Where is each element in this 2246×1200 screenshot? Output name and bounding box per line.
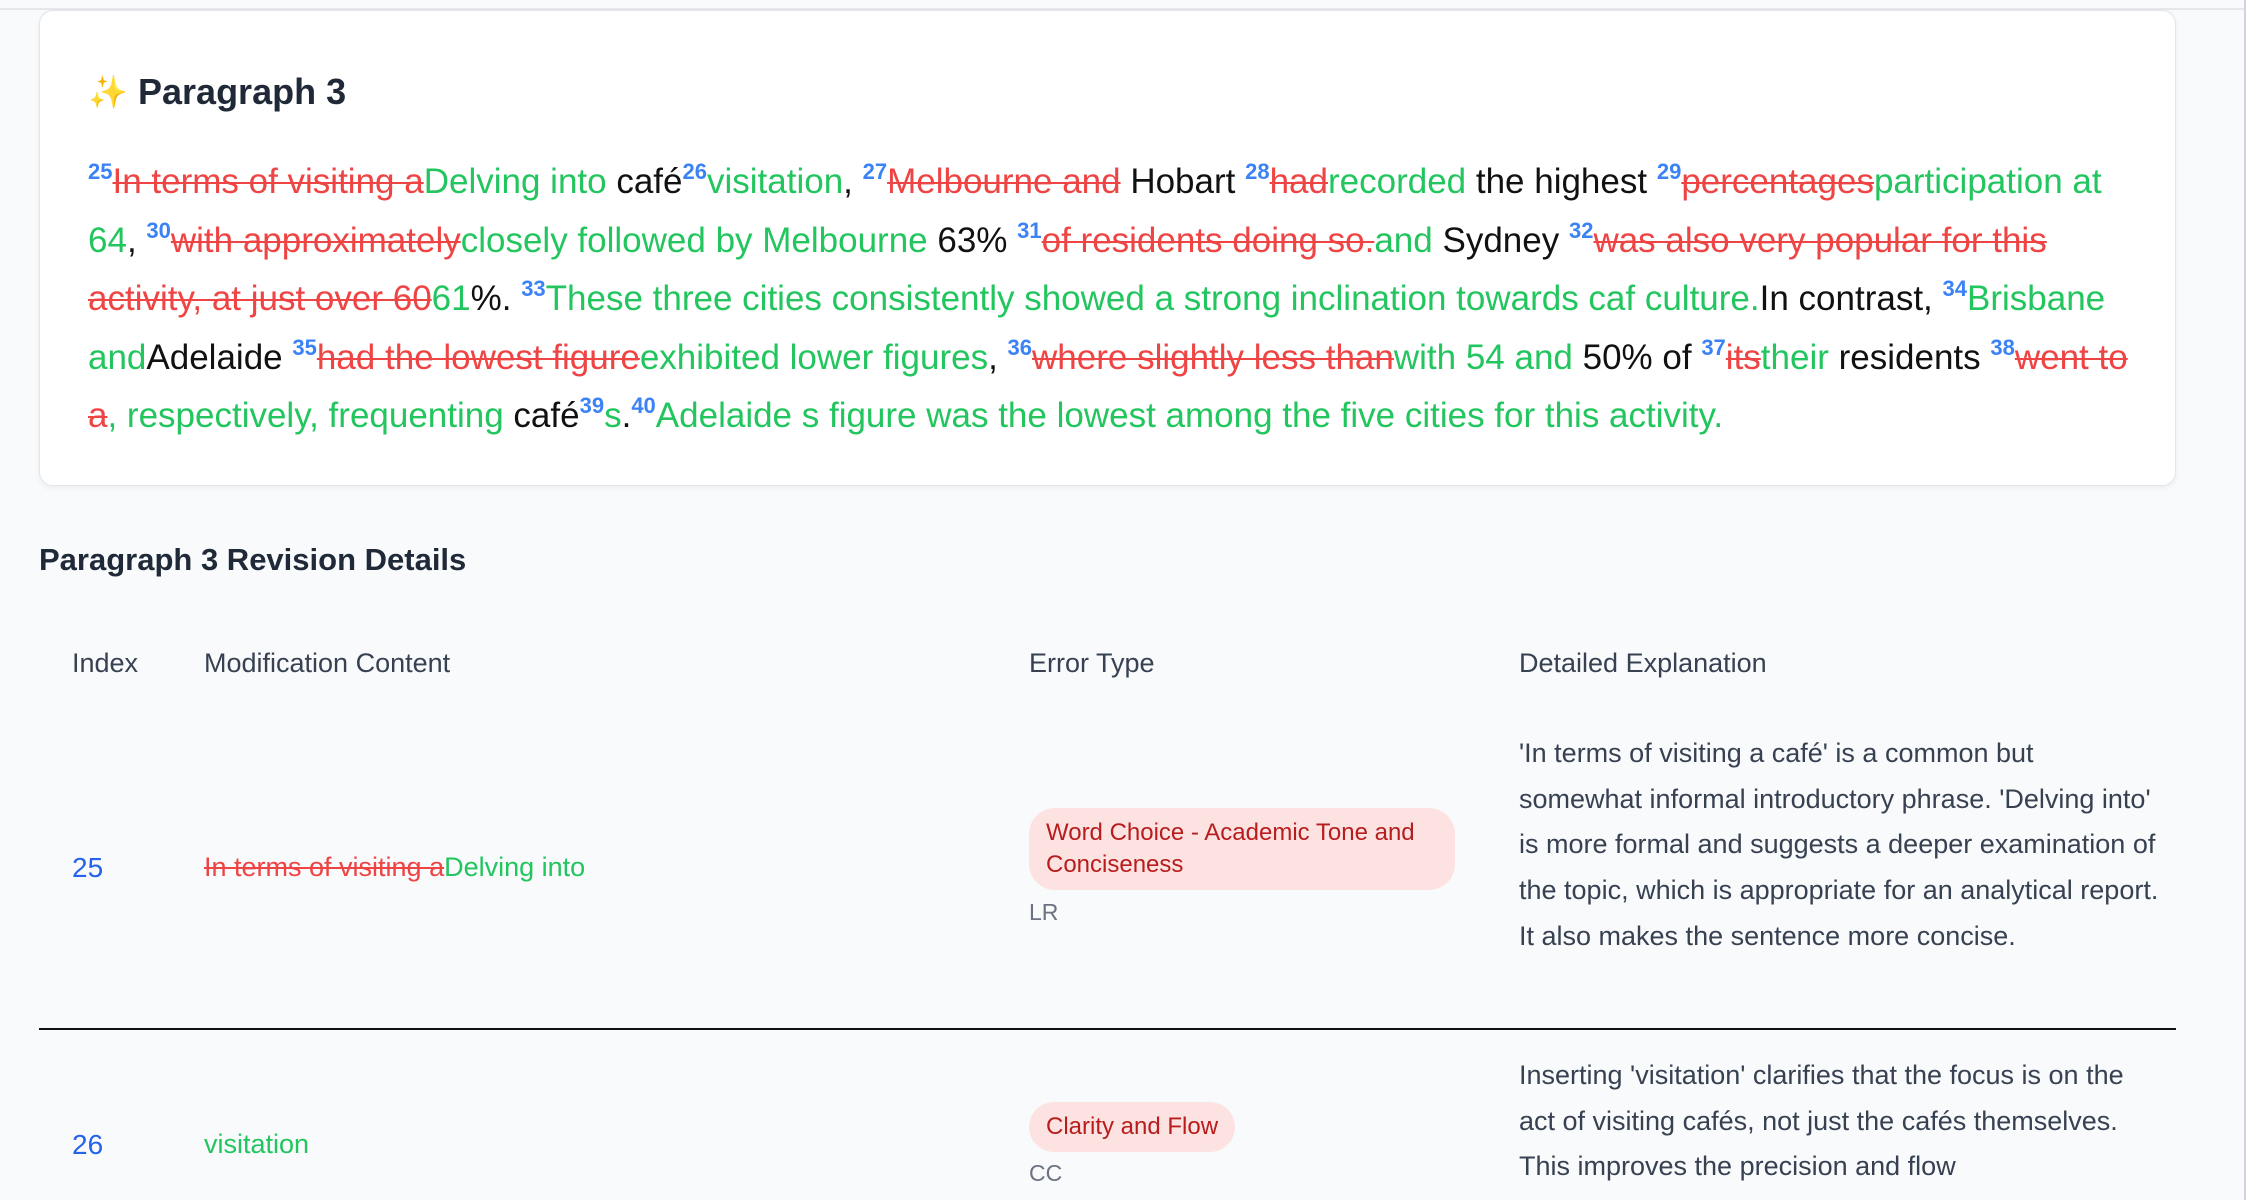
- deleted-text: In terms of visiting a: [112, 162, 424, 201]
- inserted-text: Delving into: [423, 162, 607, 201]
- revision-index[interactable]: 37: [1701, 335, 1725, 360]
- unchanged-text: the highest: [1466, 162, 1657, 201]
- unchanged-text: .: [621, 396, 632, 435]
- header-modification: Modification Content: [204, 648, 451, 678]
- inserted-text: with 54 and: [1393, 337, 1573, 377]
- card-title: Paragraph 3: [138, 71, 347, 112]
- unchanged-text: In contrast,: [1759, 279, 1943, 318]
- revision-index[interactable]: 27: [863, 159, 887, 184]
- error-category-code: LR: [1029, 899, 1059, 925]
- revision-index[interactable]: 35: [292, 335, 316, 360]
- revision-index[interactable]: 39: [580, 393, 604, 418]
- unchanged-text: Sydney: [1432, 220, 1569, 260]
- deleted-text: In terms of visiting a: [204, 852, 445, 882]
- inserted-text: Adelaide s figure was the lowest among t…: [655, 396, 1724, 435]
- section-title: Paragraph 3 Revision Details: [39, 542, 467, 577]
- revision-index[interactable]: 31: [1017, 218, 1041, 243]
- inserted-text: Delving into: [444, 852, 586, 882]
- revision-index[interactable]: 40: [631, 393, 655, 418]
- row-index[interactable]: 26: [72, 1129, 103, 1161]
- inserted-text: 61: [431, 279, 471, 318]
- inserted-text: These three cities consistently showed a…: [545, 279, 1760, 318]
- header-explanation: Detailed Explanation: [1519, 648, 1767, 678]
- unchanged-text: café: [503, 396, 580, 435]
- inserted-text: closely followed by Melbourne: [460, 220, 928, 260]
- revised-paragraph: 25In terms of visiting aDelving into caf…: [88, 153, 2148, 446]
- inserted-text: exhibited lower figures: [639, 337, 989, 377]
- deleted-text: with approximately: [170, 220, 461, 260]
- deleted-text: where slightly less than: [1032, 337, 1394, 377]
- unchanged-text: ,: [988, 337, 1008, 377]
- deleted-text: percentages: [1681, 162, 1874, 201]
- inserted-text: their: [1760, 337, 1829, 377]
- unchanged-text: 50% of: [1572, 337, 1702, 377]
- deleted-text: its: [1725, 337, 1761, 377]
- sparkle-icon: ✨: [88, 74, 128, 110]
- inserted-text: and: [1374, 220, 1433, 260]
- header-error-type: Error Type: [1029, 648, 1155, 678]
- unchanged-text: ,: [843, 162, 863, 201]
- unchanged-text: Adelaide: [146, 337, 293, 377]
- card-header: ✨ Paragraph 3: [88, 71, 346, 113]
- header-index: Index: [72, 648, 139, 678]
- deleted-text: of residents doing so.: [1041, 220, 1375, 260]
- modification-content: visitation: [204, 1129, 309, 1160]
- revision-index[interactable]: 38: [1990, 335, 2014, 360]
- revision-index[interactable]: 33: [521, 276, 545, 301]
- paragraph-card: ✨ Paragraph 3 25In terms of visiting aDe…: [39, 10, 2176, 486]
- revision-index[interactable]: 34: [1943, 276, 1967, 301]
- unchanged-text: ,: [126, 220, 147, 260]
- inserted-text: visitation: [204, 1129, 310, 1159]
- error-category-code: CC: [1029, 1160, 1063, 1186]
- inserted-text: s: [604, 396, 622, 435]
- revision-index[interactable]: 28: [1245, 159, 1269, 184]
- deleted-text: had the lowest figure: [316, 337, 640, 377]
- error-type-badge: Clarity and Flow: [1029, 1102, 1236, 1152]
- revision-index[interactable]: 32: [1569, 218, 1593, 243]
- revision-index[interactable]: 30: [146, 218, 170, 243]
- deleted-text: had: [1269, 162, 1328, 201]
- detailed-explanation: Inserting 'visitation' clarifies that th…: [1519, 1060, 2124, 1182]
- unchanged-text: Hobart: [1120, 162, 1246, 201]
- modification-content: In terms of visiting aDelving into: [204, 852, 585, 883]
- inserted-text: visitation: [706, 162, 844, 201]
- revision-index[interactable]: 36: [1008, 335, 1032, 360]
- revision-index[interactable]: 29: [1657, 159, 1681, 184]
- row-index[interactable]: 25: [72, 852, 103, 884]
- deleted-text: Melbourne and: [887, 162, 1121, 201]
- unchanged-text: %.: [470, 279, 522, 318]
- unchanged-text: residents: [1828, 337, 1991, 377]
- detailed-explanation: 'In terms of visiting a café' is a commo…: [1519, 738, 2159, 951]
- inserted-text: recorded: [1327, 162, 1467, 201]
- unchanged-text: café: [606, 162, 683, 201]
- revision-index[interactable]: 26: [683, 159, 707, 184]
- error-type-badge: Word Choice - Academic Tone and Concisen…: [1029, 808, 1455, 890]
- revision-index[interactable]: 25: [88, 159, 112, 184]
- row-divider: [39, 1028, 2176, 1030]
- unchanged-text: 63%: [927, 220, 1018, 260]
- inserted-text: , respectively, frequenting: [107, 396, 504, 435]
